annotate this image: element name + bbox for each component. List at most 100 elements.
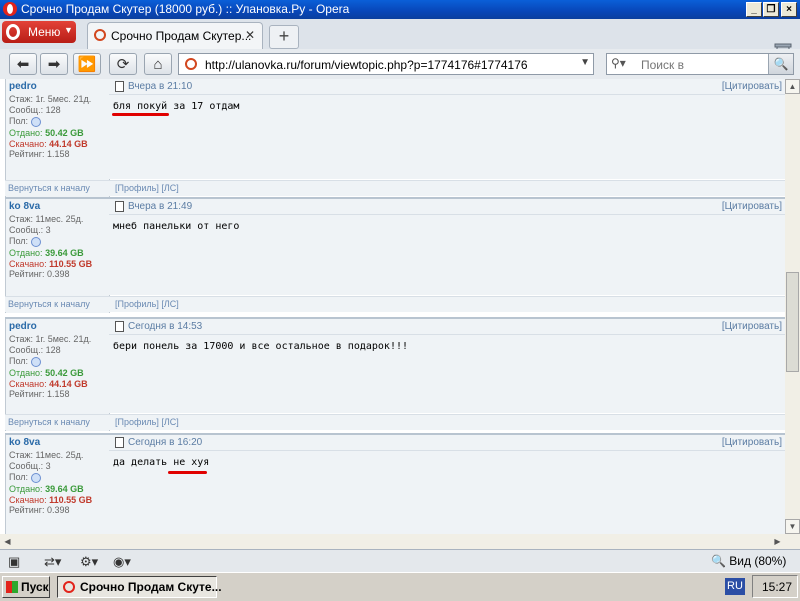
uploaded-label: Отдано: bbox=[9, 368, 43, 378]
post-icon bbox=[115, 321, 124, 332]
user-downloaded: Скачано: 110.55 GB bbox=[9, 259, 92, 269]
user-uploaded: Отдано: 50.42 GB bbox=[9, 128, 84, 138]
post-footer: Вернуться к началу [Профиль] [ЛС] bbox=[5, 180, 785, 196]
profile-pm-links[interactable]: [Профиль] [ЛС] bbox=[115, 417, 179, 427]
downloaded-value: 44.14 GB bbox=[49, 379, 88, 389]
panel-toggle-icon[interactable]: ▣ bbox=[8, 554, 20, 570]
site-favicon-icon bbox=[94, 29, 106, 41]
post-icon bbox=[115, 437, 124, 448]
vertical-scrollbar[interactable]: ▲ ▼ bbox=[785, 79, 800, 534]
page-content: pedro Стаж: 1г. 5мес. 21д. Сообщ.: 128 П… bbox=[0, 79, 785, 534]
forward-button[interactable]: ➡ bbox=[40, 53, 68, 75]
tab-strip: Меню ▼ Срочно Продам Скутер... ✕ + bbox=[0, 19, 800, 63]
downloaded-label: Скачано: bbox=[9, 259, 47, 269]
post-header: Вчера в 21:49 [Цитировать] bbox=[109, 199, 785, 215]
zoom-icon: 🔍 bbox=[711, 554, 726, 568]
reload-button[interactable]: ⟳ bbox=[109, 53, 137, 75]
user-rating: Рейтинг: 1.158 bbox=[9, 149, 70, 159]
post-header: Вчера в 21:10 [Цитировать] bbox=[109, 79, 785, 95]
new-tab-button[interactable]: + bbox=[269, 25, 299, 49]
clock[interactable]: 15:27 bbox=[762, 580, 792, 594]
maximize-button[interactable]: ❐ bbox=[763, 2, 779, 17]
post-footer: Вернуться к началу [Профиль] [ЛС] bbox=[5, 414, 785, 430]
close-button[interactable]: × bbox=[781, 2, 797, 17]
username[interactable]: ko 8va bbox=[9, 437, 40, 448]
windows-logo-icon bbox=[6, 581, 18, 593]
user-tenure: Стаж: 1г. 5мес. 21д. bbox=[9, 94, 92, 104]
tab-active[interactable]: Срочно Продам Скутер... ✕ bbox=[87, 22, 263, 50]
scroll-thumb[interactable] bbox=[786, 272, 799, 372]
post-header: Сегодня в 14:53 [Цитировать] bbox=[109, 319, 785, 335]
back-to-top-link[interactable]: Вернуться к началу bbox=[8, 183, 90, 193]
search-field[interactable]: ⚲▾ 🔍 bbox=[606, 53, 794, 75]
uploaded-value: 50.42 GB bbox=[45, 368, 84, 378]
gender-label: Пол: bbox=[9, 236, 29, 246]
unite-icon[interactable]: ⚙▾ bbox=[80, 554, 98, 570]
address-field[interactable]: http://ulanovka.ru/forum/viewtopic.php?p… bbox=[178, 53, 594, 75]
fast-forward-button[interactable]: ⏩ bbox=[73, 53, 101, 75]
user-post-count: Сообщ.: 3 bbox=[9, 461, 51, 471]
quote-button[interactable]: [Цитировать] bbox=[722, 201, 782, 212]
user-downloaded: Скачано: 44.14 GB bbox=[9, 379, 88, 389]
post-icon bbox=[115, 81, 124, 92]
title-bar[interactable]: Срочно Продам Скутер (18000 руб.) :: Ула… bbox=[0, 0, 800, 19]
gender-male-icon bbox=[30, 356, 41, 367]
post-date[interactable]: Сегодня в 16:20 bbox=[128, 437, 202, 448]
uploaded-value: 39.64 GB bbox=[45, 484, 84, 494]
quote-button[interactable]: [Цитировать] bbox=[722, 437, 782, 448]
minimize-button[interactable]: _ bbox=[746, 2, 762, 17]
forum-post: pedro Стаж: 1г. 5мес. 21д. Сообщ.: 128 П… bbox=[5, 79, 785, 197]
language-indicator[interactable]: RU bbox=[725, 578, 745, 595]
back-button[interactable]: ⬅ bbox=[9, 53, 37, 75]
username[interactable]: pedro bbox=[9, 321, 37, 332]
quote-button[interactable]: [Цитировать] bbox=[722, 81, 782, 92]
quote-button[interactable]: [Цитировать] bbox=[722, 321, 782, 332]
opera-icon bbox=[63, 581, 75, 593]
user-gender: Пол: bbox=[9, 472, 41, 483]
downloaded-label: Скачано: bbox=[9, 139, 47, 149]
scroll-up-icon[interactable]: ▲ bbox=[785, 79, 800, 94]
search-input[interactable] bbox=[639, 56, 763, 74]
forum-post: ko 8va Стаж: 11мес. 25д. Сообщ.: 3 Пол: … bbox=[5, 433, 785, 534]
taskbar-item-opera[interactable]: Срочно Продам Скуте... bbox=[57, 576, 222, 598]
post-text: бля покуй за 17 отдам bbox=[113, 101, 240, 112]
gender-label: Пол: bbox=[9, 472, 29, 482]
gender-male-icon bbox=[30, 236, 41, 247]
uploaded-label: Отдано: bbox=[9, 128, 43, 138]
opera-menu-button[interactable]: Меню ▼ bbox=[2, 21, 76, 43]
forum-post: ko 8va Стаж: 11мес. 25д. Сообщ.: 3 Пол: … bbox=[5, 197, 785, 313]
turbo-icon[interactable]: ◉▾ bbox=[113, 554, 131, 570]
scroll-left-icon[interactable]: ◀ bbox=[0, 534, 15, 549]
profile-pm-links[interactable]: [Профиль] [ЛС] bbox=[115, 183, 179, 193]
downloaded-value: 110.55 GB bbox=[49, 259, 93, 269]
uploaded-value: 39.64 GB bbox=[45, 248, 84, 258]
downloaded-label: Скачано: bbox=[9, 379, 47, 389]
gender-male-icon bbox=[30, 116, 41, 127]
profile-pm-links[interactable]: [Профиль] [ЛС] bbox=[115, 299, 179, 309]
zoom-level[interactable]: 🔍 Вид (80%) bbox=[711, 554, 786, 568]
user-tenure: Стаж: 11мес. 25д. bbox=[9, 450, 84, 460]
home-button[interactable]: ⌂ bbox=[144, 53, 172, 75]
post-date[interactable]: Вчера в 21:49 bbox=[128, 201, 192, 212]
start-label: Пуск bbox=[21, 580, 49, 594]
forum-post: pedro Стаж: 1г. 5мес. 21д. Сообщ.: 128 П… bbox=[5, 317, 785, 431]
scroll-down-icon[interactable]: ▼ bbox=[785, 519, 800, 534]
scroll-right-icon[interactable]: ▶ bbox=[770, 534, 785, 549]
tab-close-icon[interactable]: ✕ bbox=[245, 28, 255, 42]
search-go-icon[interactable]: 🔍 bbox=[768, 54, 793, 74]
username[interactable]: pedro bbox=[9, 81, 37, 92]
search-engine-icon[interactable]: ⚲▾ bbox=[611, 56, 626, 70]
back-to-top-link[interactable]: Вернуться к началу bbox=[8, 417, 90, 427]
post-date[interactable]: Сегодня в 14:53 bbox=[128, 321, 202, 332]
start-button[interactable]: Пуск bbox=[2, 576, 50, 598]
chevron-down-icon[interactable]: ▼ bbox=[580, 57, 590, 68]
downloaded-value: 44.14 GB bbox=[49, 139, 88, 149]
post-date[interactable]: Вчера в 21:10 bbox=[128, 81, 192, 92]
post-header: Сегодня в 16:20 [Цитировать] bbox=[109, 435, 785, 451]
sync-icon[interactable]: ⇄▾ bbox=[44, 554, 61, 570]
horizontal-scrollbar[interactable]: ◀ ▶ bbox=[0, 534, 800, 549]
user-rating: Рейтинг: 1.158 bbox=[9, 389, 70, 399]
back-to-top-link[interactable]: Вернуться к началу bbox=[8, 299, 90, 309]
zoom-label: Вид (80%) bbox=[729, 554, 787, 568]
username[interactable]: ko 8va bbox=[9, 201, 40, 212]
